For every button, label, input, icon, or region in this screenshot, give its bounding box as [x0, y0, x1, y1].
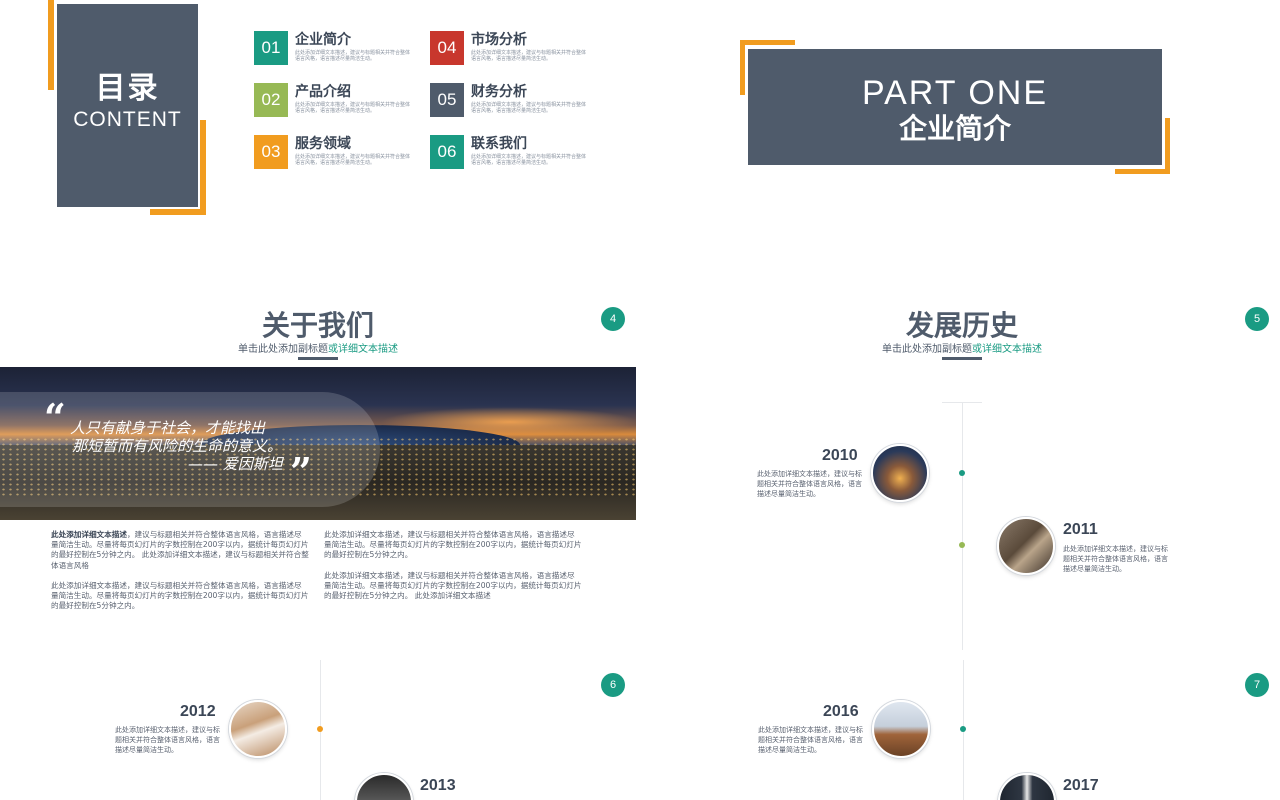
- timeline-year: 2011: [1063, 521, 1098, 538]
- about-title-underline: [298, 357, 338, 360]
- quote-close-mark: ”: [290, 449, 312, 494]
- orange-corner-bottom-right-v: [1165, 118, 1170, 174]
- timeline-photo-city: [871, 444, 929, 502]
- timeline-year: 2012: [180, 703, 216, 720]
- toc-number: 02: [254, 83, 288, 117]
- quote-line-3: —— 爱因斯坦: [188, 455, 283, 473]
- timeline-photo-coffee: [355, 773, 413, 800]
- toc-item-06[interactable]: 06 联系我们 此处添加详细文本描述，建议与标题相关并符合整体语言风格，语言描述…: [430, 135, 595, 169]
- about-paragraph-3: 此处添加详细文本描述，建议与标题相关并符合整体语言风格，语言描述尽量简洁生动。尽…: [324, 530, 582, 560]
- toc-number: 03: [254, 135, 288, 169]
- page-number-badge: 6: [601, 673, 625, 697]
- about-paragraph-2: 此处添加详细文本描述，建议与标题相关并符合整体语言风格，语言描述尽量简洁生动。尽…: [51, 581, 309, 611]
- toc-item-03[interactable]: 03 服务领域 此处添加详细文本描述，建议与标题相关并符合整体语言风格，语言描述…: [254, 135, 419, 169]
- page-number-badge: 5: [1245, 307, 1269, 331]
- toc-item-label: 财务分析: [471, 84, 527, 100]
- orange-accent-right: [200, 120, 206, 215]
- about-subtitle-a: 单击此处添加副标题: [238, 344, 328, 355]
- timeline-line: [962, 402, 963, 650]
- toc-item-desc: 此处添加详细文本描述，建议与标题相关并符合整体语言风格，语言描述尽量简洁生动。: [295, 102, 411, 114]
- slide-toc[interactable]: 目录 CONTENT 01 企业简介 此处添加详细文本描述，建议与标题相关并符合…: [0, 0, 636, 360]
- banner-photo: “ 人只有献身于社会，才能找出 那短暂而有风险的生命的意义。 —— 爱因斯坦 ”: [0, 367, 636, 520]
- part-one-panel: PART ONE 企业简介: [748, 49, 1162, 165]
- toc-number: 05: [430, 83, 464, 117]
- timeline-year: 2016: [823, 703, 859, 720]
- timeline-photo-desk: [997, 517, 1055, 575]
- toc-item-desc: 此处添加详细文本描述，建议与标题相关并符合整体语言风格，语言描述尽量简洁生动。: [295, 50, 411, 62]
- toc-item-label: 服务领域: [295, 136, 351, 152]
- toc-title-en: CONTENT: [73, 108, 182, 131]
- quote-line-1: 人只有献身于社会，才能找出: [70, 419, 266, 437]
- toc-number: 04: [430, 31, 464, 65]
- quote-open-mark: “: [44, 395, 66, 440]
- history-subtitle-a: 单击此处添加副标题: [882, 344, 972, 355]
- timeline-desc: 此处添加详细文本描述，建议与标题相关并符合整体语言风格，语言描述尽量简洁生动。: [115, 726, 220, 754]
- toc-item-05[interactable]: 05 财务分析 此处添加详细文本描述，建议与标题相关并符合整体语言风格，语言描述…: [430, 83, 595, 117]
- about-paragraph-1: 此处添加详细文本描述，建议与标题相关并符合整体语言风格，语言描述尽量简洁生动。尽…: [51, 530, 309, 571]
- toc-title-cn: 目录: [95, 71, 160, 106]
- timeline-year: 2013: [420, 777, 456, 794]
- orange-accent-bottom: [150, 209, 206, 215]
- toc-item-desc: 此处添加详细文本描述，建议与标题相关并符合整体语言风格，语言描述尽量简洁生动。: [471, 50, 587, 62]
- page-number-badge: 4: [601, 307, 625, 331]
- timeline-top-cap: [942, 402, 982, 403]
- toc-item-01[interactable]: 01 企业简介 此处添加详细文本描述，建议与标题相关并符合整体语言风格，语言描述…: [254, 31, 419, 65]
- timeline-photo-office: [229, 700, 287, 758]
- toc-item-04[interactable]: 04 市场分析 此处添加详细文本描述，建议与标题相关并符合整体语言风格，语言描述…: [430, 31, 595, 65]
- timeline-desc: 此处添加详细文本描述，建议与标题相关并符合整体语言风格，语言描述尽量简洁生动。: [1063, 545, 1168, 573]
- timeline-dot: [959, 470, 965, 476]
- timeline-desc: 此处添加详细文本描述，建议与标题相关并符合整体语言风格，语言描述尽量简洁生动。: [757, 470, 862, 498]
- orange-corner-bottom-right: [1115, 169, 1170, 174]
- about-paragraph-1-bold: 此处添加详细文本描述: [51, 530, 127, 539]
- toc-title-panel: 目录 CONTENT: [57, 4, 198, 207]
- about-title: 关于我们: [261, 309, 374, 342]
- about-subtitle: 单击此处添加副标题或详细文本描述: [218, 340, 418, 355]
- toc-item-02[interactable]: 02 产品介绍 此处添加详细文本描述，建议与标题相关并符合整体语言风格，语言描述…: [254, 83, 419, 117]
- timeline-photo-laptop: [872, 700, 930, 758]
- toc-item-label: 联系我们: [471, 136, 527, 152]
- toc-number: 06: [430, 135, 464, 169]
- toc-item-label: 产品介绍: [295, 84, 351, 100]
- toc-item-label: 企业简介: [295, 32, 351, 48]
- timeline-photo-suit: [998, 773, 1056, 800]
- history-title-underline: [942, 357, 982, 360]
- quote-line-2: 那短暂而有风险的生命的意义。: [72, 437, 283, 455]
- timeline-year: 2010: [822, 447, 858, 464]
- timeline-dot: [960, 726, 966, 732]
- part-one-title: 企业简介: [898, 112, 1011, 145]
- timeline-dot: [317, 726, 323, 732]
- timeline-year: 2017: [1063, 777, 1099, 794]
- toc-item-desc: 此处添加详细文本描述，建议与标题相关并符合整体语言风格，语言描述尽量简洁生动。: [471, 102, 587, 114]
- about-paragraph-4: 此处添加详细文本描述，建议与标题相关并符合整体语言风格，语言描述尽量简洁生动。尽…: [324, 571, 582, 601]
- orange-corner-top-left-v: [740, 40, 745, 95]
- page-number-badge: 7: [1245, 673, 1269, 697]
- timeline-desc: 此处添加详细文本描述，建议与标题相关并符合整体语言风格，语言描述尽量简洁生动。: [758, 726, 863, 754]
- toc-item-desc: 此处添加详细文本描述，建议与标题相关并符合整体语言风格，语言描述尽量简洁生动。: [295, 154, 411, 166]
- timeline-dot: [959, 542, 965, 548]
- toc-item-label: 市场分析: [471, 32, 527, 48]
- orange-accent-top: [48, 0, 54, 90]
- part-one-label: PART ONE: [861, 74, 1049, 112]
- toc-number: 01: [254, 31, 288, 65]
- orange-corner-top-left: [740, 40, 795, 45]
- history-subtitle: 单击此处添加副标题或详细文本描述: [862, 340, 1062, 355]
- history-subtitle-b: 或详细文本描述: [972, 344, 1042, 355]
- about-subtitle-b: 或详细文本描述: [328, 344, 398, 355]
- history-title: 发展历史: [905, 309, 1018, 342]
- toc-item-desc: 此处添加详细文本描述，建议与标题相关并符合整体语言风格，语言描述尽量简洁生动。: [471, 154, 587, 166]
